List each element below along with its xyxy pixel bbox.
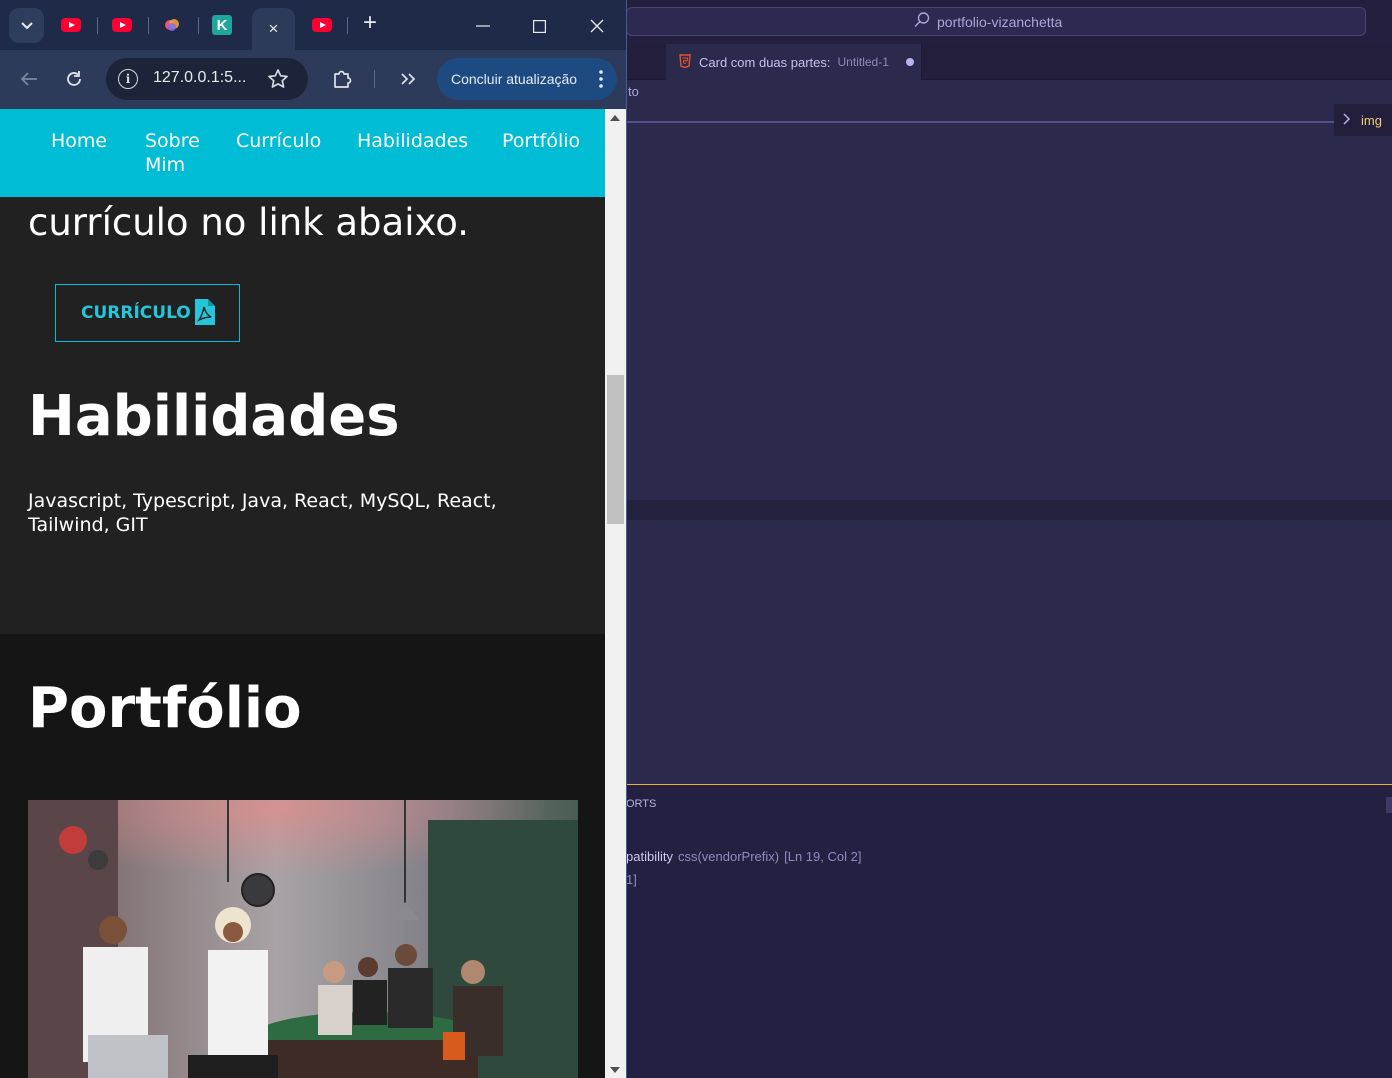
vscode-titlebar: portfolio-vizanchetta [626, 0, 1392, 44]
site-navbar: Home Sobre Mim Currículo Habilidades Por… [0, 109, 605, 197]
tab-search-icon[interactable] [9, 8, 44, 43]
youtube-icon[interactable] [60, 14, 82, 36]
portfolio-section: Portfólio [0, 634, 605, 1078]
info-icon[interactable]: i [118, 69, 138, 89]
active-tab[interactable]: × [252, 8, 295, 50]
pdf-icon [194, 298, 216, 326]
breadcrumb-fragment: to [628, 84, 639, 99]
html-file-icon [678, 53, 692, 71]
toolbar-divider [374, 70, 375, 88]
scroll-up-icon[interactable] [610, 115, 620, 121]
curriculo-button-label: CURRÍCULO [81, 303, 191, 323]
tab-title: Card com duas partes: [699, 54, 831, 70]
unsaved-dot-icon [905, 58, 914, 66]
portfolio-project-image[interactable] [28, 800, 578, 1078]
editor-split-bar [626, 500, 1392, 520]
chrome-window: K × + i 127.0.0.1:5... Concluir atualiza… [0, 0, 627, 1078]
problem-text: patibility [626, 849, 673, 864]
peek-widget[interactable]: img [1334, 104, 1392, 136]
youtube-icon[interactable] [111, 14, 133, 36]
maximize-icon[interactable] [525, 12, 553, 40]
url-text[interactable]: 127.0.0.1:5... [153, 69, 246, 87]
search-icon [913, 11, 931, 32]
curriculo-button[interactable]: CURRÍCULO [55, 284, 240, 342]
command-center-search[interactable]: portfolio-vizanchetta [626, 7, 1366, 36]
chevrons-icon[interactable] [394, 65, 422, 93]
tab-separator [97, 17, 98, 34]
nav-sobre-mim[interactable]: Sobre Mim [145, 129, 200, 177]
problem-location: [Ln 19, Col 2] [784, 849, 862, 864]
browser-toolbar: i 127.0.0.1:5... Concluir atualização [0, 50, 626, 109]
bottom-panel: ORTS patibility css(vendorPrefix) [Ln 19, … [626, 784, 1392, 1078]
close-icon[interactable] [583, 12, 611, 40]
youtube-icon[interactable] [311, 14, 333, 36]
chevron-right-icon [1343, 112, 1351, 128]
close-tab-icon[interactable]: × [269, 19, 279, 39]
problem-source: css(vendorPrefix) [677, 849, 780, 864]
peek-label: img [1361, 112, 1382, 128]
panel-badge [1386, 797, 1392, 813]
extensions-icon[interactable] [328, 65, 356, 93]
tab-strip: K × + [0, 0, 626, 50]
editor-tab-bar: Card com duas partes: Untitled-1 [626, 44, 1392, 80]
page-viewport: Home Sobre Mim Currículo Habilidades Por… [0, 109, 605, 1078]
scroll-down-icon[interactable] [610, 1067, 620, 1073]
tab-separator [347, 17, 348, 34]
tab-separator [198, 17, 199, 34]
nav-curriculo[interactable]: Currículo [236, 129, 321, 153]
tab-subtitle: Untitled-1 [837, 55, 889, 69]
page-scrollbar[interactable] [605, 109, 626, 1078]
tab-separator [148, 17, 149, 34]
update-button[interactable]: Concluir atualização [437, 58, 617, 100]
more-icon[interactable] [599, 70, 603, 88]
editor-tab[interactable]: Card com duas partes: Untitled-1 [666, 44, 922, 80]
minimize-icon[interactable] [469, 12, 497, 40]
app-favicon-icon[interactable] [161, 14, 183, 36]
problem-row[interactable]: patibility css(vendorPrefix) [Ln 19, Col 2… [626, 849, 861, 864]
back-icon[interactable] [15, 65, 43, 93]
portfolio-title: Portfólio [28, 676, 302, 741]
nav-portfolio[interactable]: Portfólio [502, 129, 580, 153]
update-button-label: Concluir atualização [451, 71, 578, 87]
panel-tab-ports[interactable]: ORTS [626, 798, 656, 810]
reload-icon[interactable] [60, 65, 88, 93]
curriculo-text: currículo no link abaixo. [28, 201, 469, 244]
search-text: portfolio-vizanchetta [937, 13, 1063, 30]
kinsta-icon[interactable]: K [211, 14, 233, 36]
new-tab-button[interactable]: + [358, 11, 382, 36]
nav-habilidades[interactable]: Habilidades [357, 129, 468, 153]
editor-divider [626, 121, 1334, 123]
nav-home[interactable]: Home [51, 129, 107, 153]
skills-text: Javascript, Typescript, Java, React, MyS… [28, 490, 497, 536]
skills-title: Habilidades [28, 384, 400, 449]
star-icon[interactable] [266, 67, 290, 91]
scrollbar-thumb[interactable] [607, 375, 624, 524]
address-bar[interactable]: i 127.0.0.1:5... [106, 58, 308, 100]
problem-row-2[interactable]: 1] [626, 872, 637, 887]
